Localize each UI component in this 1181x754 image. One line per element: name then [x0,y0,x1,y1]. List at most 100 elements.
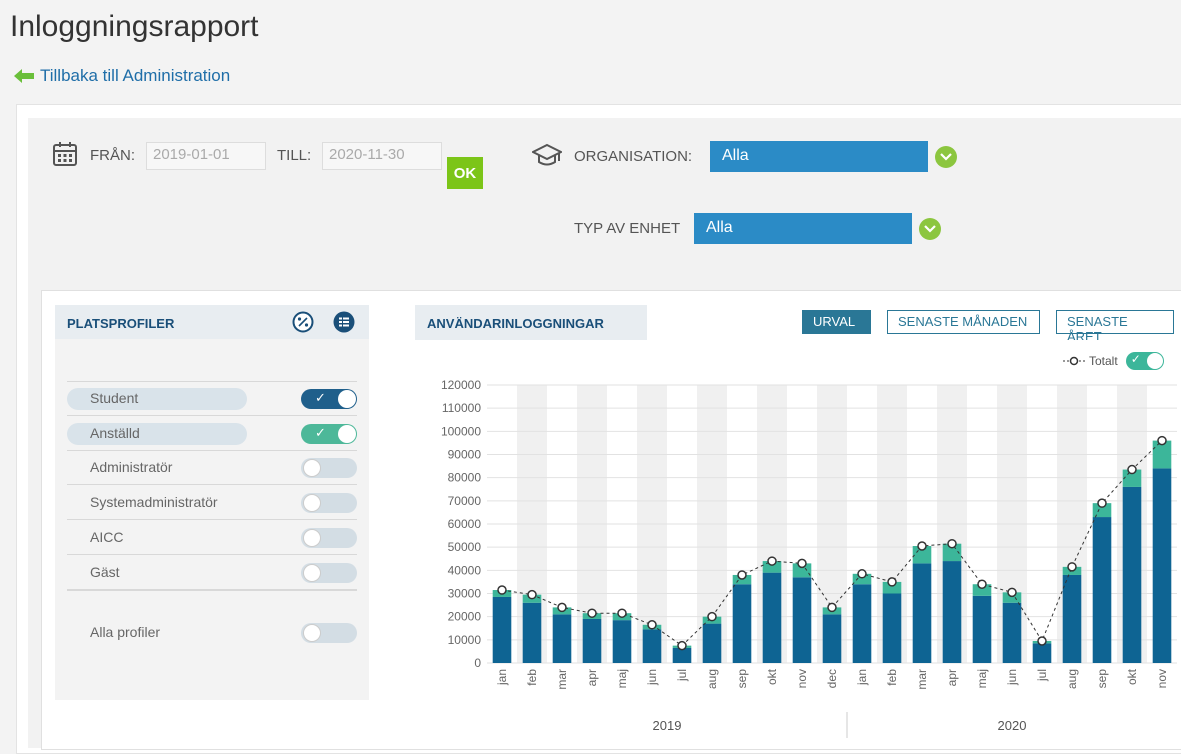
bar-student [582,618,602,663]
x-tick-label: okt [765,668,779,685]
total-point [617,608,627,618]
chart-legend: Totalt ✓ [1063,352,1164,370]
total-point [647,620,657,630]
bar-student [972,595,992,663]
total-point [947,538,957,549]
chevron-down-icon[interactable] [935,146,957,168]
profile-toggle[interactable] [301,562,357,583]
group-label: 2020 [998,718,1027,733]
last-year-button[interactable]: SENASTE ÅRET [1056,310,1174,344]
profile-row: Systemadministratör [67,486,357,521]
profile-toggle[interactable] [301,493,357,514]
profile-toggle[interactable]: ✓ [301,389,357,409]
toggle-knob [303,494,321,513]
y-tick-label: 80000 [448,471,482,485]
x-tick-label: mar [555,669,569,690]
toggle-knob [303,459,321,478]
chevron-down-icon[interactable] [919,218,941,240]
total-toggle[interactable]: ✓ [1125,352,1164,370]
graduation-cap-icon [532,143,562,166]
y-tick-label: 120000 [441,378,481,392]
profile-row: Gäst [67,556,357,590]
profile-row: Anställd ✓ [67,417,357,451]
total-point [1037,636,1047,646]
to-date-input[interactable]: 2020-11-30 [322,142,442,170]
y-tick-label: 30000 [448,587,482,601]
x-tick-label: jun [645,669,659,686]
profile-toggle[interactable] [301,458,357,479]
check-icon: ✓ [315,424,326,440]
back-link[interactable]: Tillbaka till Administration [14,66,230,86]
bar-student [1122,486,1142,663]
selection-button[interactable]: URVAL [802,310,871,334]
y-tick-label: 90000 [448,448,482,462]
y-tick-label: 40000 [448,563,482,577]
all-profiles-toggle[interactable] [301,623,357,643]
organisation-select[interactable]: Alla [710,141,928,172]
x-tick-label: nov [795,669,809,688]
profile-toggle[interactable]: ✓ [301,423,357,444]
calendar-icon [53,142,77,166]
bar-student [912,563,932,663]
percent-icon[interactable] [292,311,314,333]
toggle-knob [338,390,356,408]
bar-student [1152,468,1172,663]
from-date-input[interactable]: 2019-01-01 [146,142,266,170]
all-profiles-label: Alla profiler [90,624,161,640]
total-point [1067,562,1077,572]
total-point [827,602,837,613]
toggle-knob [303,528,321,547]
ok-button[interactable]: OK [447,157,483,189]
x-tick-label: jan [855,669,869,686]
total-point [917,541,927,551]
x-tick-label: jan [495,669,509,686]
group-label: 2019 [653,718,682,733]
y-tick-label: 10000 [448,633,482,647]
bar-student [1062,574,1082,663]
page-title: Inloggningsrapport [10,10,259,43]
total-point [587,608,597,618]
unit-type-select[interactable]: Alla [694,213,912,244]
x-tick-label: mar [915,669,929,690]
from-label: FRÅN: [90,147,135,164]
y-tick-label: 20000 [448,610,482,624]
toggle-knob [303,563,321,582]
legend-total-label: Totalt [1089,354,1118,368]
x-tick-label: jun [1005,669,1019,686]
total-point [737,570,747,580]
total-point [497,585,507,595]
x-tick-label: apr [585,669,599,686]
profile-label: AICC [90,528,124,545]
profile-label: Anställd [90,424,140,441]
chart-title: ANVÄNDARINLOGGNINGAR [427,316,604,331]
bar-student [492,596,512,663]
list-icon[interactable] [333,311,355,333]
bar-student [942,561,962,663]
total-point [797,558,807,569]
total-point [1127,464,1137,475]
total-point [887,577,897,587]
profile-toggle[interactable] [301,527,357,548]
x-tick-label: aug [705,669,719,689]
total-line-icon [1063,356,1085,366]
bar-student [1032,643,1052,663]
x-tick-label: sep [735,669,749,689]
bar-student [1092,517,1112,663]
bar-student [642,629,662,663]
check-icon: ✓ [315,390,326,405]
organisation-label: ORGANISATION: [574,148,693,165]
y-tick-label: 100000 [441,424,481,438]
y-tick-label: 50000 [448,540,482,554]
total-point [857,569,867,579]
total-point [1097,498,1107,508]
bar-student [1002,602,1022,663]
x-tick-label: maj [975,669,989,688]
profiles-title: PLATSPROFILER [67,316,175,331]
bar-student [522,602,542,663]
total-point [1157,435,1167,446]
total-point [977,579,987,589]
y-tick-label: 70000 [448,494,482,508]
profile-row: Student ✓ [67,382,357,416]
last-month-button[interactable]: SENASTE MÅNADEN [887,310,1040,334]
x-tick-label: jul [1035,669,1049,682]
